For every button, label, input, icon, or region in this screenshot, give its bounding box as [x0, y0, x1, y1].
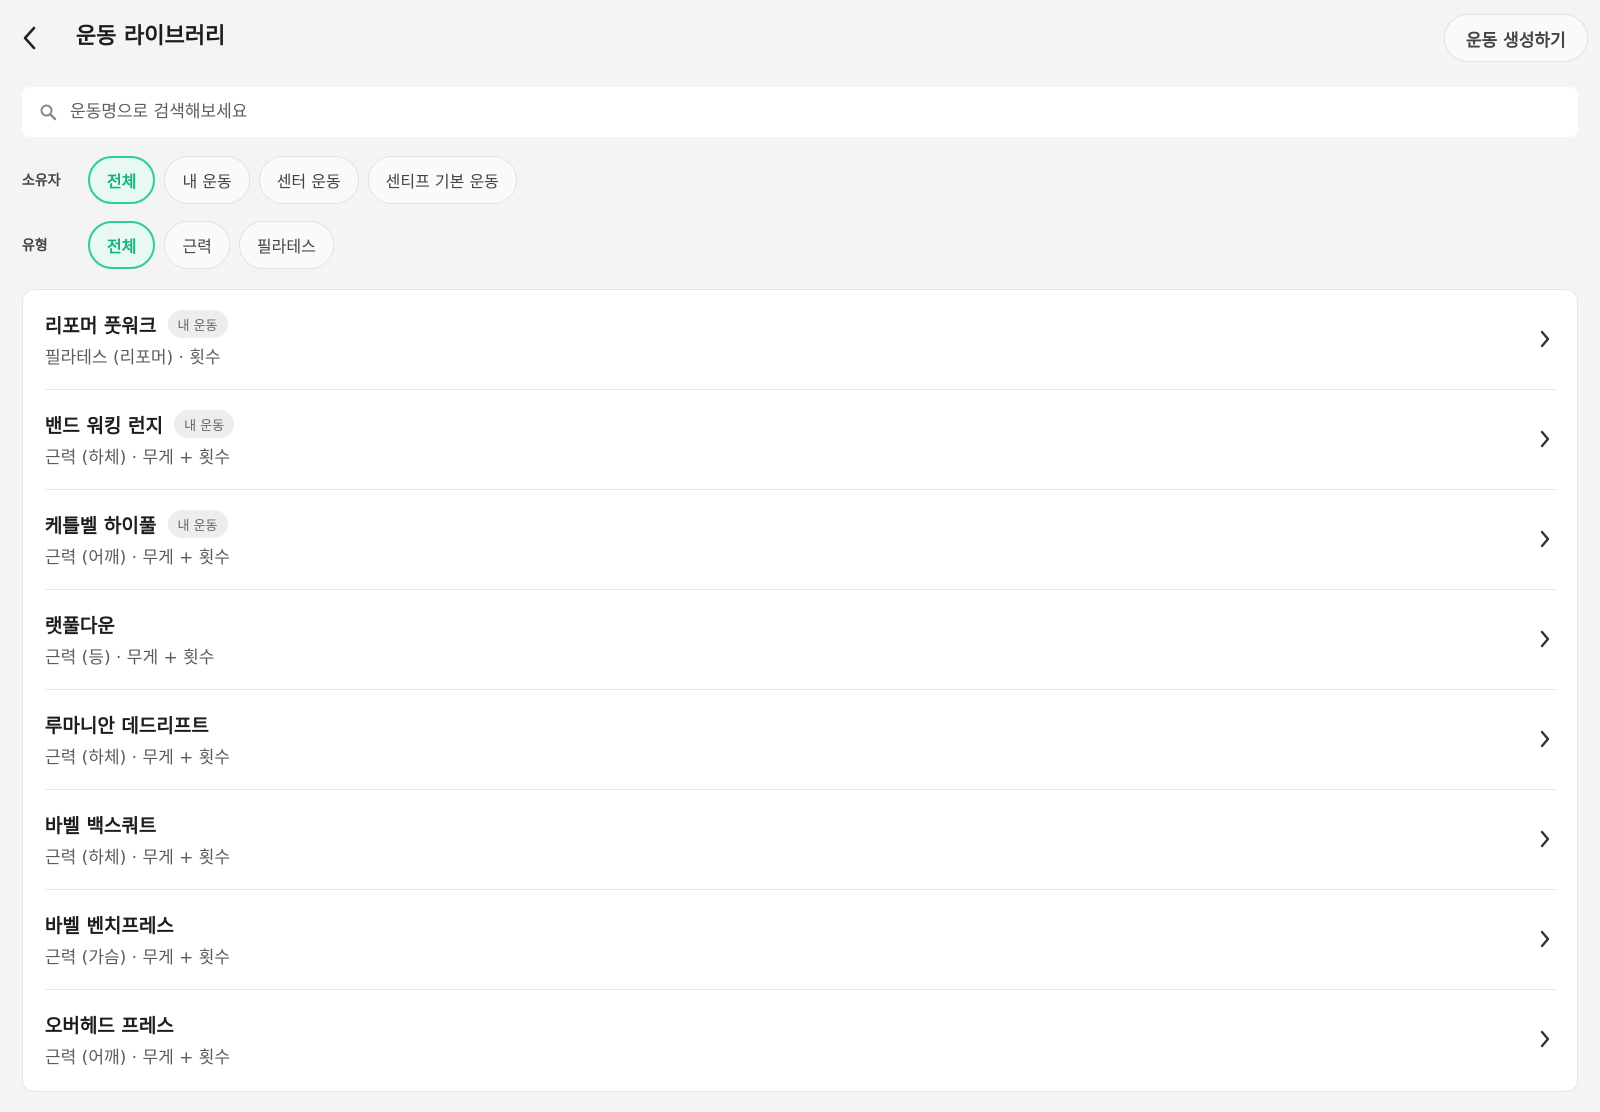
item-name-row: 오버헤드 프레스 — [45, 1009, 174, 1039]
exercise-meta: 근력 (어깨) · 무게 + 횟수 — [45, 1048, 231, 1068]
exercise-meta: 근력 (가슴) · 무게 + 횟수 — [45, 948, 231, 968]
item-name-row: 밴드 워킹 런지 내 운동 — [45, 409, 235, 439]
chevron-right-icon — [1533, 824, 1557, 854]
owner-chip-mine[interactable]: 내 운동 — [164, 156, 250, 204]
type-filter-label: 유형 — [22, 238, 48, 254]
search-input[interactable] — [70, 102, 1470, 122]
item-name-row: 루마니안 데드리프트 — [45, 709, 209, 739]
item-name-row: 리포머 풋워크 내 운동 — [45, 309, 228, 339]
chevron-right-icon — [1533, 524, 1557, 554]
exercise-meta: 근력 (어깨) · 무게 + 횟수 — [45, 548, 231, 568]
list-item[interactable]: 밴드 워킹 런지 내 운동 근력 (하체) · 무게 + 횟수 — [45, 390, 1557, 490]
list-item[interactable]: 리포머 풋워크 내 운동 필라테스 (리포머) · 횟수 — [45, 290, 1557, 390]
owner-chip-all[interactable]: 전체 — [88, 156, 156, 204]
exercise-name: 리포머 풋워크 — [45, 314, 157, 337]
chevron-right-icon — [1533, 1024, 1557, 1054]
owner-chip-center[interactable]: 센터 운동 — [258, 156, 359, 204]
list-item[interactable]: 루마니안 데드리프트 근력 (하체) · 무게 + 횟수 — [45, 690, 1557, 790]
owner-badge: 내 운동 — [167, 310, 228, 338]
list-item[interactable]: 랫풀다운 근력 (등) · 무게 + 횟수 — [45, 590, 1557, 690]
chevron-right-icon — [1533, 724, 1557, 754]
exercise-name: 밴드 워킹 런지 — [45, 414, 164, 437]
chevron-left-icon — [23, 26, 36, 50]
page-title: 운동 라이브러리 — [76, 24, 226, 49]
exercise-list: 리포머 풋워크 내 운동 필라테스 (리포머) · 횟수 밴드 워킹 런지 내 … — [22, 289, 1578, 1092]
exercise-name: 오버헤드 프레스 — [45, 1014, 174, 1037]
exercise-meta: 근력 (하체) · 무게 + 횟수 — [45, 748, 231, 768]
chevron-right-icon — [1533, 324, 1557, 354]
owner-chip-default[interactable]: 센티프 기본 운동 — [367, 156, 517, 204]
item-name-row: 케틀벨 하이풀 내 운동 — [45, 509, 228, 539]
item-name-row: 랫풀다운 — [45, 609, 115, 639]
exercise-name: 랫풀다운 — [45, 614, 115, 637]
exercise-name: 바벨 백스쿼트 — [45, 814, 157, 837]
exercise-name: 바벨 벤치프레스 — [45, 914, 174, 937]
chevron-right-icon — [1533, 424, 1557, 454]
exercise-name: 루마니안 데드리프트 — [45, 714, 209, 737]
list-item[interactable]: 바벨 벤치프레스 근력 (가슴) · 무게 + 횟수 — [45, 890, 1557, 990]
type-chip-pilates[interactable]: 필라테스 — [238, 221, 334, 269]
exercise-meta: 근력 (등) · 무게 + 횟수 — [45, 648, 215, 668]
header-bar: 운동 라이브러리 운동 생성하기 — [0, 0, 1600, 76]
search-icon — [38, 102, 58, 122]
exercise-name: 케틀벨 하이풀 — [45, 514, 157, 537]
chevron-right-icon — [1533, 624, 1557, 654]
owner-badge: 내 운동 — [167, 510, 228, 538]
item-name-row: 바벨 벤치프레스 — [45, 909, 174, 939]
owner-badge: 내 운동 — [174, 410, 235, 438]
item-name-row: 바벨 백스쿼트 — [45, 809, 157, 839]
exercise-meta: 필라테스 (리포머) · 횟수 — [45, 348, 221, 368]
owner-filter-row: 소유자 전체 내 운동 센터 운동 센티프 기본 운동 — [22, 156, 526, 204]
exercise-meta: 근력 (하체) · 무게 + 횟수 — [45, 448, 231, 468]
exercise-meta: 근력 (하체) · 무게 + 횟수 — [45, 848, 231, 868]
create-exercise-button[interactable]: 운동 생성하기 — [1444, 14, 1588, 62]
chevron-right-icon — [1533, 924, 1557, 954]
search-bar[interactable] — [22, 87, 1578, 137]
back-button[interactable] — [14, 20, 46, 56]
type-chip-strength[interactable]: 근력 — [164, 221, 230, 269]
list-item[interactable]: 케틀벨 하이풀 내 운동 근력 (어깨) · 무게 + 횟수 — [45, 490, 1557, 590]
list-item[interactable]: 오버헤드 프레스 근력 (어깨) · 무게 + 횟수 — [45, 990, 1557, 1090]
type-chip-all[interactable]: 전체 — [88, 221, 156, 269]
owner-filter-label: 소유자 — [22, 173, 61, 189]
list-item[interactable]: 바벨 백스쿼트 근력 (하체) · 무게 + 횟수 — [45, 790, 1557, 890]
type-filter-row: 유형 전체 근력 필라테스 — [22, 221, 343, 269]
